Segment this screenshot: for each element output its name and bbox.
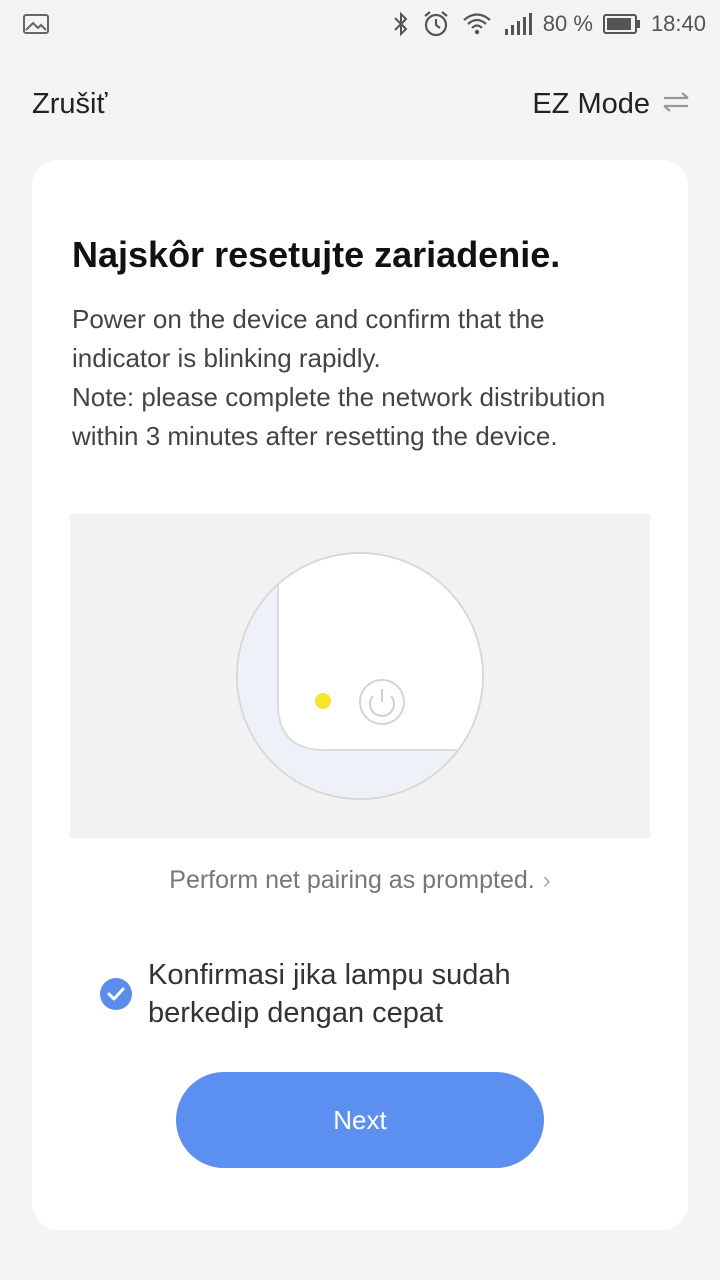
alarm-icon <box>421 9 451 39</box>
switch-arrows-icon <box>662 88 690 121</box>
device-illustration <box>70 514 650 838</box>
battery-percent: 80 % <box>542 11 593 36</box>
bluetooth-icon <box>391 10 411 38</box>
pairing-help-link[interactable]: Perform net pairing as prompted. › <box>32 866 688 895</box>
status-bar: 80 % 18:40 <box>0 0 720 48</box>
battery-icon <box>602 13 641 35</box>
note-text: Note: please complete the network distri… <box>72 382 606 451</box>
confirm-blink-option[interactable]: Konfirmasi jika lampu sudah berkedip den… <box>100 956 620 1032</box>
confirm-checkbox[interactable] <box>100 978 132 1010</box>
check-icon <box>107 987 125 1001</box>
wifi-icon <box>461 10 493 38</box>
confirm-label: Konfirmasi jika lampu sudah berkedip den… <box>148 959 511 1029</box>
mode-switch-button[interactable]: EZ Mode <box>532 88 690 121</box>
top-bar: Zrušiť EZ Mode <box>0 80 720 132</box>
signal-icon <box>503 11 533 37</box>
reset-card: Najskôr resetujte zariadenie. Power on t… <box>32 160 688 1230</box>
indicator-led <box>315 693 331 709</box>
pairing-help-text: Perform net pairing as prompted. <box>169 866 535 894</box>
instructions: Power on the device and confirm that the… <box>72 300 632 456</box>
cancel-button[interactable]: Zrušiť <box>32 88 107 121</box>
page-title: Najskôr resetujte zariadenie. <box>72 234 561 275</box>
chevron-right-icon: › <box>542 867 551 894</box>
mode-label: EZ Mode <box>532 88 650 120</box>
next-button[interactable]: Next <box>176 1072 544 1168</box>
clock: 18:40 <box>650 11 706 36</box>
instruction-text: Power on the device and confirm that the… <box>72 304 545 373</box>
image-icon <box>22 12 50 36</box>
